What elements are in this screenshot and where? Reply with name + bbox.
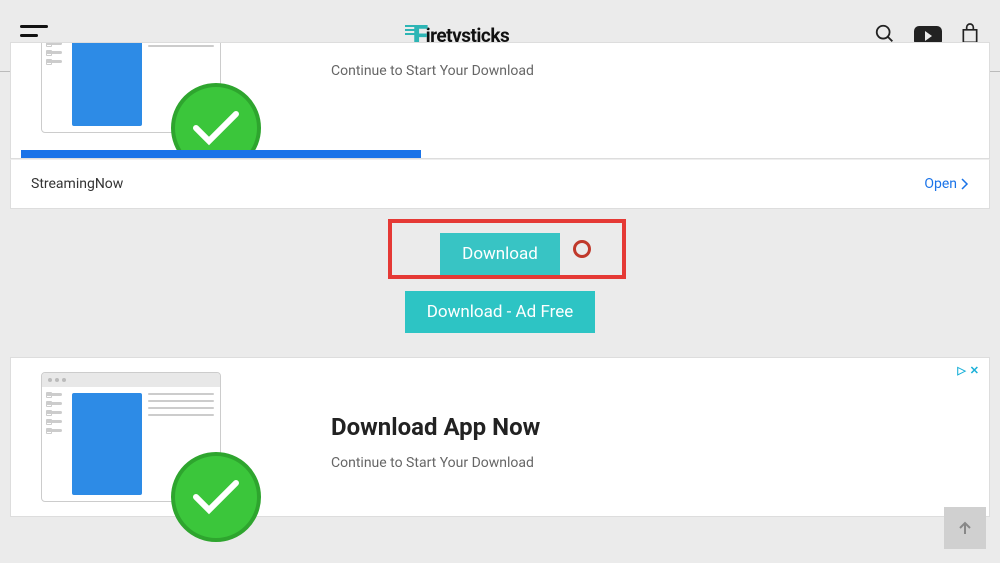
ad-subtitle: Continue to Start Your Download — [331, 455, 540, 471]
download-section: Download Download - Ad Free — [0, 209, 1000, 357]
arrow-up-icon — [956, 519, 974, 537]
progress-bar — [21, 150, 421, 158]
ad-subtitle: Continue to Start Your Download — [331, 63, 534, 79]
ad-content: Download App Now Continue to Start Your … — [11, 358, 989, 516]
adchoices-icon[interactable]: ▷ — [957, 364, 965, 377]
ad-card-bottom: ▷ ✕ Download App Now Continue to Start Y — [10, 357, 990, 517]
ad-choices-controls[interactable]: ▷ ✕ — [957, 364, 979, 377]
ad-footer: StreamingNow Open — [10, 159, 990, 209]
chevron-right-icon — [961, 178, 969, 190]
download-adfree-button[interactable]: Download - Ad Free — [405, 291, 596, 333]
cursor-indicator-icon — [573, 240, 591, 258]
ad-title: Download App Now — [331, 413, 540, 441]
ad-advertiser-name: StreamingNow — [31, 176, 123, 192]
ad-open-link[interactable]: Open — [924, 176, 969, 192]
checkmark-icon — [171, 83, 261, 159]
ad-card-top: Continue to Start Your Download — [10, 42, 990, 159]
ad-illustration — [31, 42, 231, 153]
close-icon[interactable]: ✕ — [970, 364, 979, 377]
download-button[interactable]: Download — [440, 233, 560, 275]
ad-illustration — [31, 362, 231, 522]
ad-content: Continue to Start Your Download — [11, 43, 989, 158]
checkmark-icon — [171, 452, 261, 542]
scroll-to-top-button[interactable] — [944, 507, 986, 549]
